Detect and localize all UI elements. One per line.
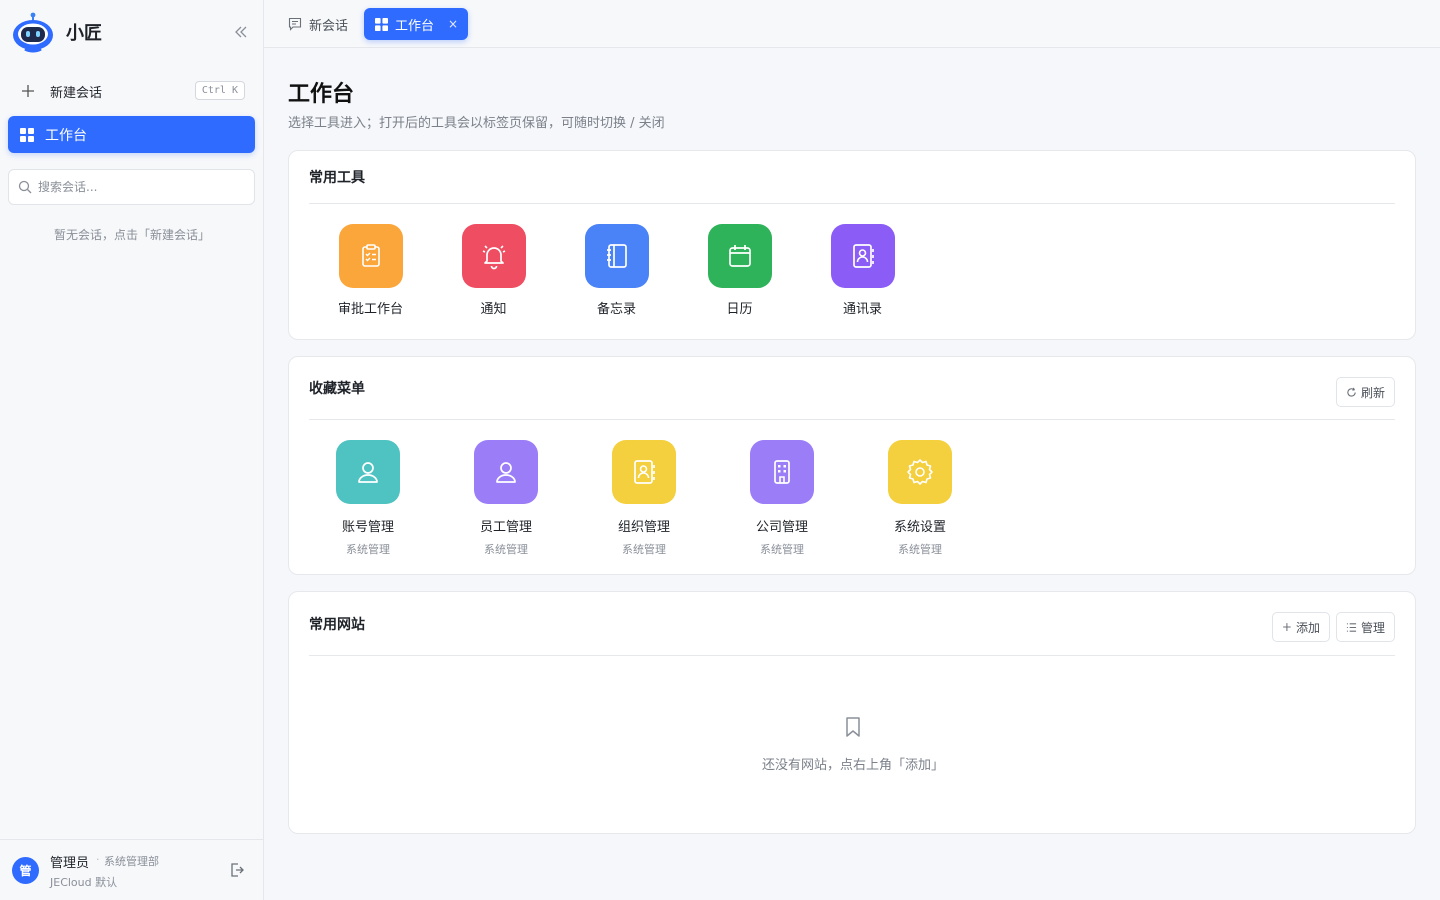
tool-label: 通知 — [480, 302, 507, 317]
websites-card: 常用网站 + 添加 管理 还没有网站，点右上角「添加」 — [288, 591, 1416, 834]
grid-icon — [375, 17, 388, 31]
add-label: 添加 — [1295, 620, 1320, 635]
gear-icon — [888, 440, 952, 504]
refresh-label: 刷新 — [1360, 385, 1385, 400]
user-icon — [474, 440, 538, 504]
card-title: 常用网站 — [309, 616, 365, 633]
main-content: 工作台 选择工具进入；打开后的工具会以标签页保留，可随时切换 / 关闭 常用工具… — [264, 48, 1440, 900]
tool-label: 审批工作台 — [337, 302, 403, 317]
tab-new-chat[interactable]: 新会话 — [280, 8, 356, 40]
new-chat-button[interactable]: 新建会话 Ctrl K — [8, 74, 255, 108]
card-header: 常用工具 — [309, 151, 1395, 204]
card-actions: + 添加 管理 — [1271, 612, 1395, 642]
fav-category: 系统管理 — [898, 543, 942, 556]
tool-label: 通讯录 — [842, 302, 882, 317]
tool-calendar[interactable]: 日历 — [678, 224, 801, 317]
fav-label: 员工管理 — [479, 520, 532, 535]
card-header: 收藏菜单 刷新 — [309, 357, 1395, 420]
common-tools-card: 常用工具 审批工作台 通知 备忘录 日历 通讯录 — [288, 150, 1416, 340]
tool-label: 日历 — [726, 302, 753, 317]
card-title: 常用工具 — [309, 170, 365, 186]
user-org: JECloud 默认 — [50, 876, 118, 889]
contact-book-icon — [830, 224, 895, 288]
sidebar: 小匠 新建会话 Ctrl K 工作台 暂无会话，点击「新建会话」 管 管理员 — [0, 0, 264, 900]
tool-memo[interactable]: 备忘录 — [555, 224, 678, 317]
list-icon — [1346, 622, 1357, 632]
fav-label: 组织管理 — [617, 520, 670, 535]
favorites-grid: 账号管理 系统管理 员工管理 系统管理 组织管理 系统管理 公司管理 系统管理 … — [299, 440, 989, 557]
fav-employee-management[interactable]: 员工管理 系统管理 — [437, 440, 575, 557]
websites-empty-state: 还没有网站，点右上角「添加」 — [289, 716, 1417, 773]
card-header: 常用网站 + 添加 管理 — [309, 592, 1395, 656]
fav-company-management[interactable]: 公司管理 系统管理 — [713, 440, 851, 557]
tab-label: 新会话 — [309, 18, 349, 34]
contact-book-icon — [612, 440, 676, 504]
refresh-icon — [1347, 387, 1356, 397]
manage-label: 管理 — [1360, 620, 1385, 635]
user-icon — [336, 440, 400, 504]
search-box — [8, 169, 255, 205]
fav-label: 系统设置 — [893, 520, 946, 535]
double-chevron-left-icon — [235, 26, 247, 38]
fav-account-management[interactable]: 账号管理 系统管理 — [299, 440, 437, 557]
fav-org-management[interactable]: 组织管理 系统管理 — [575, 440, 713, 557]
favorites-card: 收藏菜单 刷新 账号管理 系统管理 员工管理 系统管理 组织管理 系统管理 公司… — [288, 356, 1416, 575]
search-icon — [18, 180, 32, 194]
manage-websites-button[interactable]: 管理 — [1335, 612, 1395, 642]
page-description: 选择工具进入；打开后的工具会以标签页保留，可随时切换 / 关闭 — [288, 116, 665, 131]
page-title: 工作台 — [288, 82, 355, 107]
bookmark-icon — [846, 717, 860, 737]
tool-label: 备忘录 — [596, 302, 636, 317]
user-bar: 管 管理员 · 系统管理部 JECloud 默认 — [0, 839, 264, 900]
card-actions: 刷新 — [1335, 377, 1395, 407]
grid-icon — [20, 127, 34, 142]
tool-contacts[interactable]: 通讯录 — [801, 224, 924, 317]
tab-label: 工作台 — [395, 18, 435, 34]
clipboard-check-icon — [338, 224, 403, 288]
tab-workbench[interactable]: 工作台 × — [364, 8, 468, 40]
avatar[interactable]: 管 — [12, 857, 39, 884]
user-dept: 系统管理部 — [104, 855, 159, 868]
user-name: 管理员 — [50, 856, 90, 871]
notebook-icon — [584, 224, 649, 288]
new-chat-label: 新建会话 — [50, 85, 103, 101]
tab-bar: 新会话 工作台 × — [264, 0, 1440, 48]
brand[interactable]: 小匠 — [12, 12, 102, 53]
sidebar-item-label: 工作台 — [45, 127, 87, 144]
close-icon[interactable]: × — [448, 17, 458, 31]
fav-system-settings[interactable]: 系统设置 系统管理 — [851, 440, 989, 557]
search-input[interactable] — [38, 180, 238, 194]
add-website-button[interactable]: + 添加 — [1271, 612, 1330, 642]
fav-category: 系统管理 — [346, 543, 390, 556]
tool-approval[interactable]: 审批工作台 — [309, 224, 432, 317]
refresh-button[interactable]: 刷新 — [1335, 377, 1395, 407]
fav-category: 系统管理 — [484, 543, 528, 556]
shortcut-badge: Ctrl K — [194, 81, 245, 100]
tools-grid: 审批工作台 通知 备忘录 日历 通讯录 — [309, 224, 924, 317]
collapse-sidebar-button[interactable] — [230, 22, 252, 42]
fav-label: 账号管理 — [341, 520, 394, 535]
plus-icon: + — [1281, 620, 1292, 634]
plus-icon — [20, 84, 36, 98]
user-separator: · — [96, 853, 100, 866]
robot-logo-icon — [13, 12, 53, 53]
bell-icon — [461, 224, 526, 288]
fav-category: 系统管理 — [622, 543, 666, 556]
building-icon — [750, 440, 814, 504]
fav-label: 公司管理 — [755, 520, 808, 535]
brand-name: 小匠 — [66, 23, 102, 44]
empty-chats-text: 暂无会话，点击「新建会话」 — [53, 228, 210, 242]
fav-category: 系统管理 — [760, 543, 804, 556]
tool-notification[interactable]: 通知 — [432, 224, 555, 317]
chat-icon — [288, 17, 302, 31]
card-title: 收藏菜单 — [309, 381, 365, 397]
calendar-icon — [707, 224, 772, 288]
logout-icon[interactable] — [229, 862, 245, 878]
empty-text: 还没有网站，点右上角「添加」 — [761, 758, 944, 773]
sidebar-item-workbench[interactable]: 工作台 — [8, 116, 255, 153]
